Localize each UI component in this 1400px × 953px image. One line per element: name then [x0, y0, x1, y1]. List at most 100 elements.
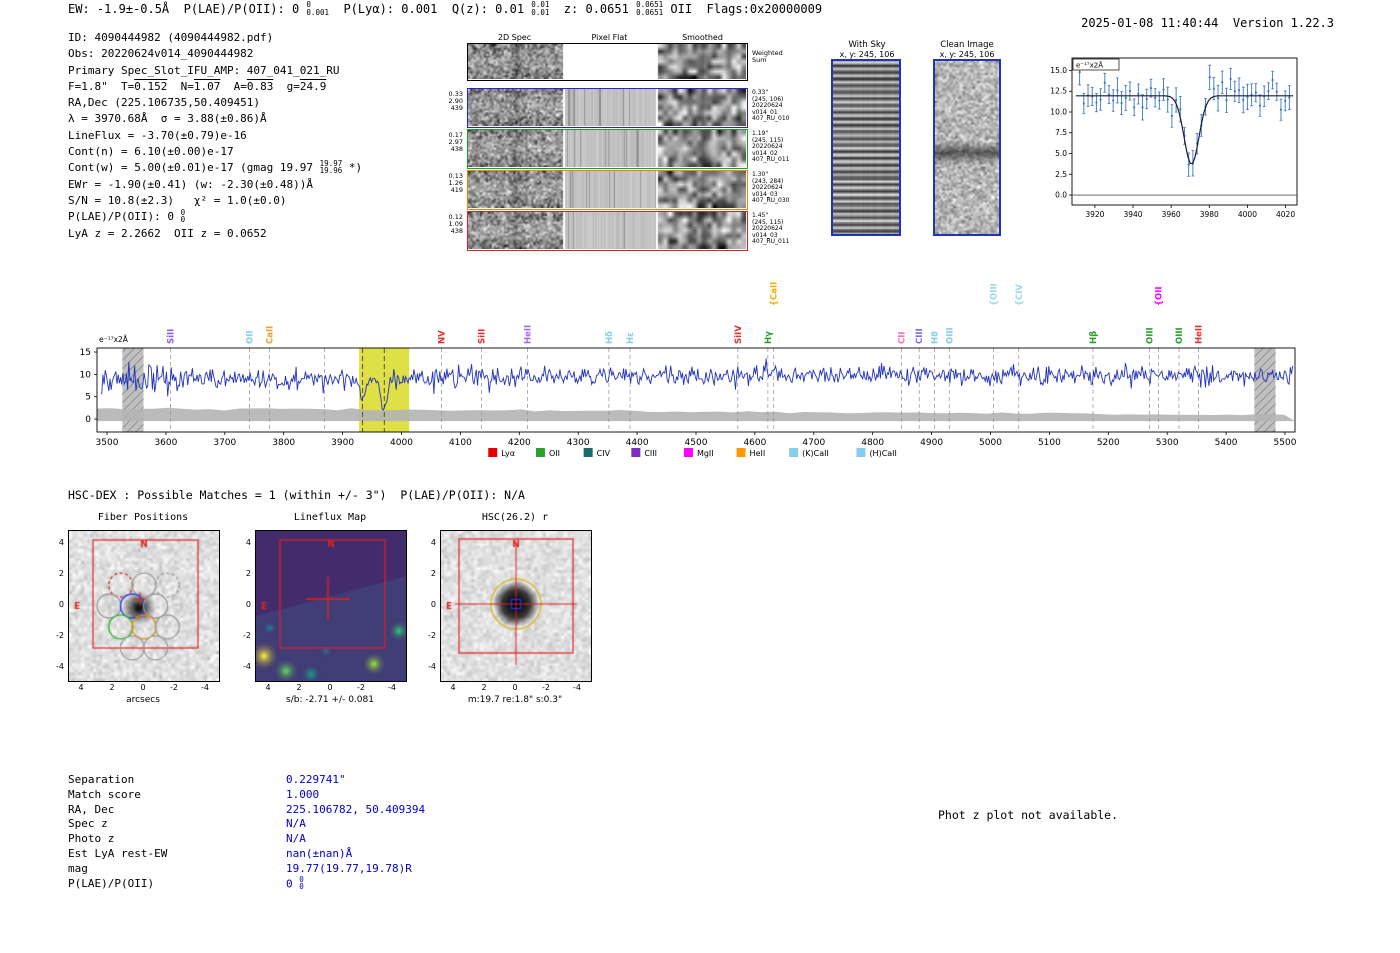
- info-line: F=1.8" T=0.152 N=1.07 A=0.83 g=24.9: [68, 79, 327, 93]
- match-row-value: 1.000: [286, 787, 320, 801]
- detection-info-block: ID: 4090444982 (4090444982.pdf) Obs: 2022…: [68, 30, 362, 242]
- fiber-weight-labels: 0.12 1.09 438: [448, 213, 463, 235]
- svg-text:4100: 4100: [449, 438, 472, 448]
- lineflux-map-canvas: [255, 530, 407, 682]
- svg-text:4000: 4000: [1238, 210, 1257, 219]
- emission-line-label: CIII: [915, 328, 925, 344]
- emission-line-label: {CaII: [770, 282, 780, 306]
- emission-line-label: {CIV: [1015, 284, 1025, 306]
- emission-line-label: NV: [438, 330, 448, 344]
- tick-label: -4: [573, 683, 581, 692]
- report-version: Version 1.22.3: [1232, 16, 1334, 30]
- svg-text:4300: 4300: [567, 438, 590, 448]
- tick-label: 4: [265, 683, 271, 692]
- match-row-label: Separation: [68, 773, 135, 786]
- header-timestamp-version: 2025-01-08 11:40:44 Version 1.22.3: [1052, 2, 1334, 44]
- fiber-positions-title: Fiber Positions: [97, 512, 189, 523]
- emission-line-label: OII: [246, 330, 256, 344]
- spec2d-header-smoothed: Smoothed: [682, 33, 723, 42]
- tick-label: 0: [512, 683, 518, 692]
- svg-text:3960: 3960: [1162, 210, 1181, 219]
- match-row-value: 225.106782, 50.409394: [286, 802, 426, 816]
- match-row-value: 0.229741": [286, 773, 346, 786]
- emission-line-label: HeII: [1194, 325, 1204, 344]
- tick-label: -4: [56, 662, 64, 671]
- lineflux-map-title: Lineflux Map: [293, 512, 367, 523]
- svg-text:4800: 4800: [861, 438, 884, 448]
- tick-label: -2: [428, 631, 436, 640]
- tick-label: -2: [56, 631, 64, 640]
- info-line: Cont(w) = 5.00(±0.01)e-17 (gmag 19.97 19…: [68, 158, 363, 176]
- fiber-id-labels: 1.19" (245, 115) 20220624 v014_02 407_RU_011: [752, 130, 790, 164]
- info-line: Cont(n) = 6.10(±0.00)e-17: [68, 145, 234, 159]
- match-table-labels: Separation Match score RA, Dec Spec z Photo …: [68, 773, 167, 891]
- svg-text:e⁻¹⁷x2Å: e⁻¹⁷x2Å: [1076, 61, 1103, 70]
- tick-label: -2: [357, 683, 365, 692]
- svg-text:0.0: 0.0: [1055, 191, 1067, 200]
- tick-label: 2: [481, 683, 487, 692]
- lineflux-map-panel: [255, 530, 407, 682]
- match-row-value: N/A: [286, 817, 306, 831]
- emission-line-label: SiII: [478, 329, 488, 344]
- tick-label: 2: [58, 569, 64, 578]
- emission-line-label: CII: [898, 331, 908, 344]
- emission-line-label: OIII: [1146, 327, 1156, 344]
- svg-text:3980: 3980: [1200, 210, 1219, 219]
- match-row-label: RA, Dec: [68, 802, 115, 816]
- match-row-value: nan(±nan)Å: [286, 846, 353, 860]
- fiber-weight-labels: 0.33 2.90 439: [448, 90, 463, 112]
- svg-text:5200: 5200: [1097, 438, 1120, 448]
- svg-text:5300: 5300: [1156, 438, 1179, 448]
- fiber-id-labels: 0.33" (245, 106) 20220624 v014_01 407_RU_010: [752, 89, 790, 123]
- emission-line-label: CaII: [266, 326, 276, 344]
- legend-entry: CIII: [644, 449, 657, 458]
- match-row-label: Photo z: [68, 832, 115, 846]
- hsc-cutout-xlabel: m:19.7 re:1.8" s:0.3": [467, 695, 563, 705]
- match-row-value: 0 00: [286, 874, 304, 892]
- svg-text:4900: 4900: [920, 438, 943, 448]
- info-line: ID: 4090444982 (4090444982.pdf): [68, 31, 274, 44]
- info-line: P(LAE)/P(OII): 0 00: [68, 207, 186, 225]
- spec2d-fiber-row: [467, 88, 748, 128]
- tick-label: -4: [388, 683, 396, 692]
- with-sky-image: [831, 59, 901, 236]
- emission-line-label: SiII: [167, 329, 177, 344]
- info-line: S/N = 10.8(±2.3) χ² = 1.0(±0.0): [68, 193, 287, 207]
- emission-line-label: OIII: [1175, 327, 1185, 344]
- legend-entry: (H)CaII: [869, 449, 896, 458]
- emission-line-label: SiIV: [734, 325, 744, 344]
- svg-text:5500: 5500: [1274, 438, 1297, 448]
- tick-label: 0: [58, 600, 64, 609]
- info-line: RA,Dec (225.106735,50.409451): [68, 96, 261, 110]
- emission-line-label: Hε: [626, 332, 636, 344]
- spec2d-fiber-row: [467, 211, 748, 251]
- svg-text:2.5: 2.5: [1055, 170, 1067, 179]
- fiber-positions-panel: [68, 530, 220, 682]
- tick-label: 0: [140, 683, 146, 692]
- svg-text:15: 15: [80, 348, 91, 358]
- svg-text:5100: 5100: [1038, 438, 1061, 448]
- tick-label: 4: [430, 538, 436, 547]
- emission-line-label: H8: [931, 331, 941, 344]
- legend-entry: (K)CaII: [802, 449, 829, 458]
- tick-label: -2: [243, 631, 251, 640]
- info-line: LineFlux = -3.70(±0.79)e-16: [68, 128, 247, 142]
- tick-label: 2: [296, 683, 302, 692]
- spec2d-header-2dspec: 2D Spec: [497, 33, 532, 42]
- match-table-values: 0.229741" 1.000 225.106782, 50.409394 N/A N/…: [286, 773, 425, 892]
- fiber-positions-canvas: [68, 530, 220, 682]
- hsc-dex-match-line: HSC-DEX : Possible Matches = 1 (within +…: [68, 488, 525, 502]
- match-row-value: N/A: [286, 832, 306, 846]
- tick-label: 4: [245, 538, 251, 547]
- svg-text:4020: 4020: [1276, 210, 1295, 219]
- emission-line-label: {OIII: [989, 283, 999, 306]
- tick-label: -2: [170, 683, 178, 692]
- report-datetime: 2025-01-08 11:40:44: [1081, 16, 1219, 30]
- tick-label: -4: [428, 662, 436, 671]
- tick-label: 0: [327, 683, 333, 692]
- with-sky-canvas: [833, 61, 899, 234]
- svg-text:10.0: 10.0: [1050, 107, 1067, 116]
- spec2d-fiber-row: [467, 129, 748, 169]
- info-line: λ = 3970.68Å σ = 3.88(±0.86)Å: [68, 112, 267, 126]
- spec2d-weighted-row: [467, 43, 748, 81]
